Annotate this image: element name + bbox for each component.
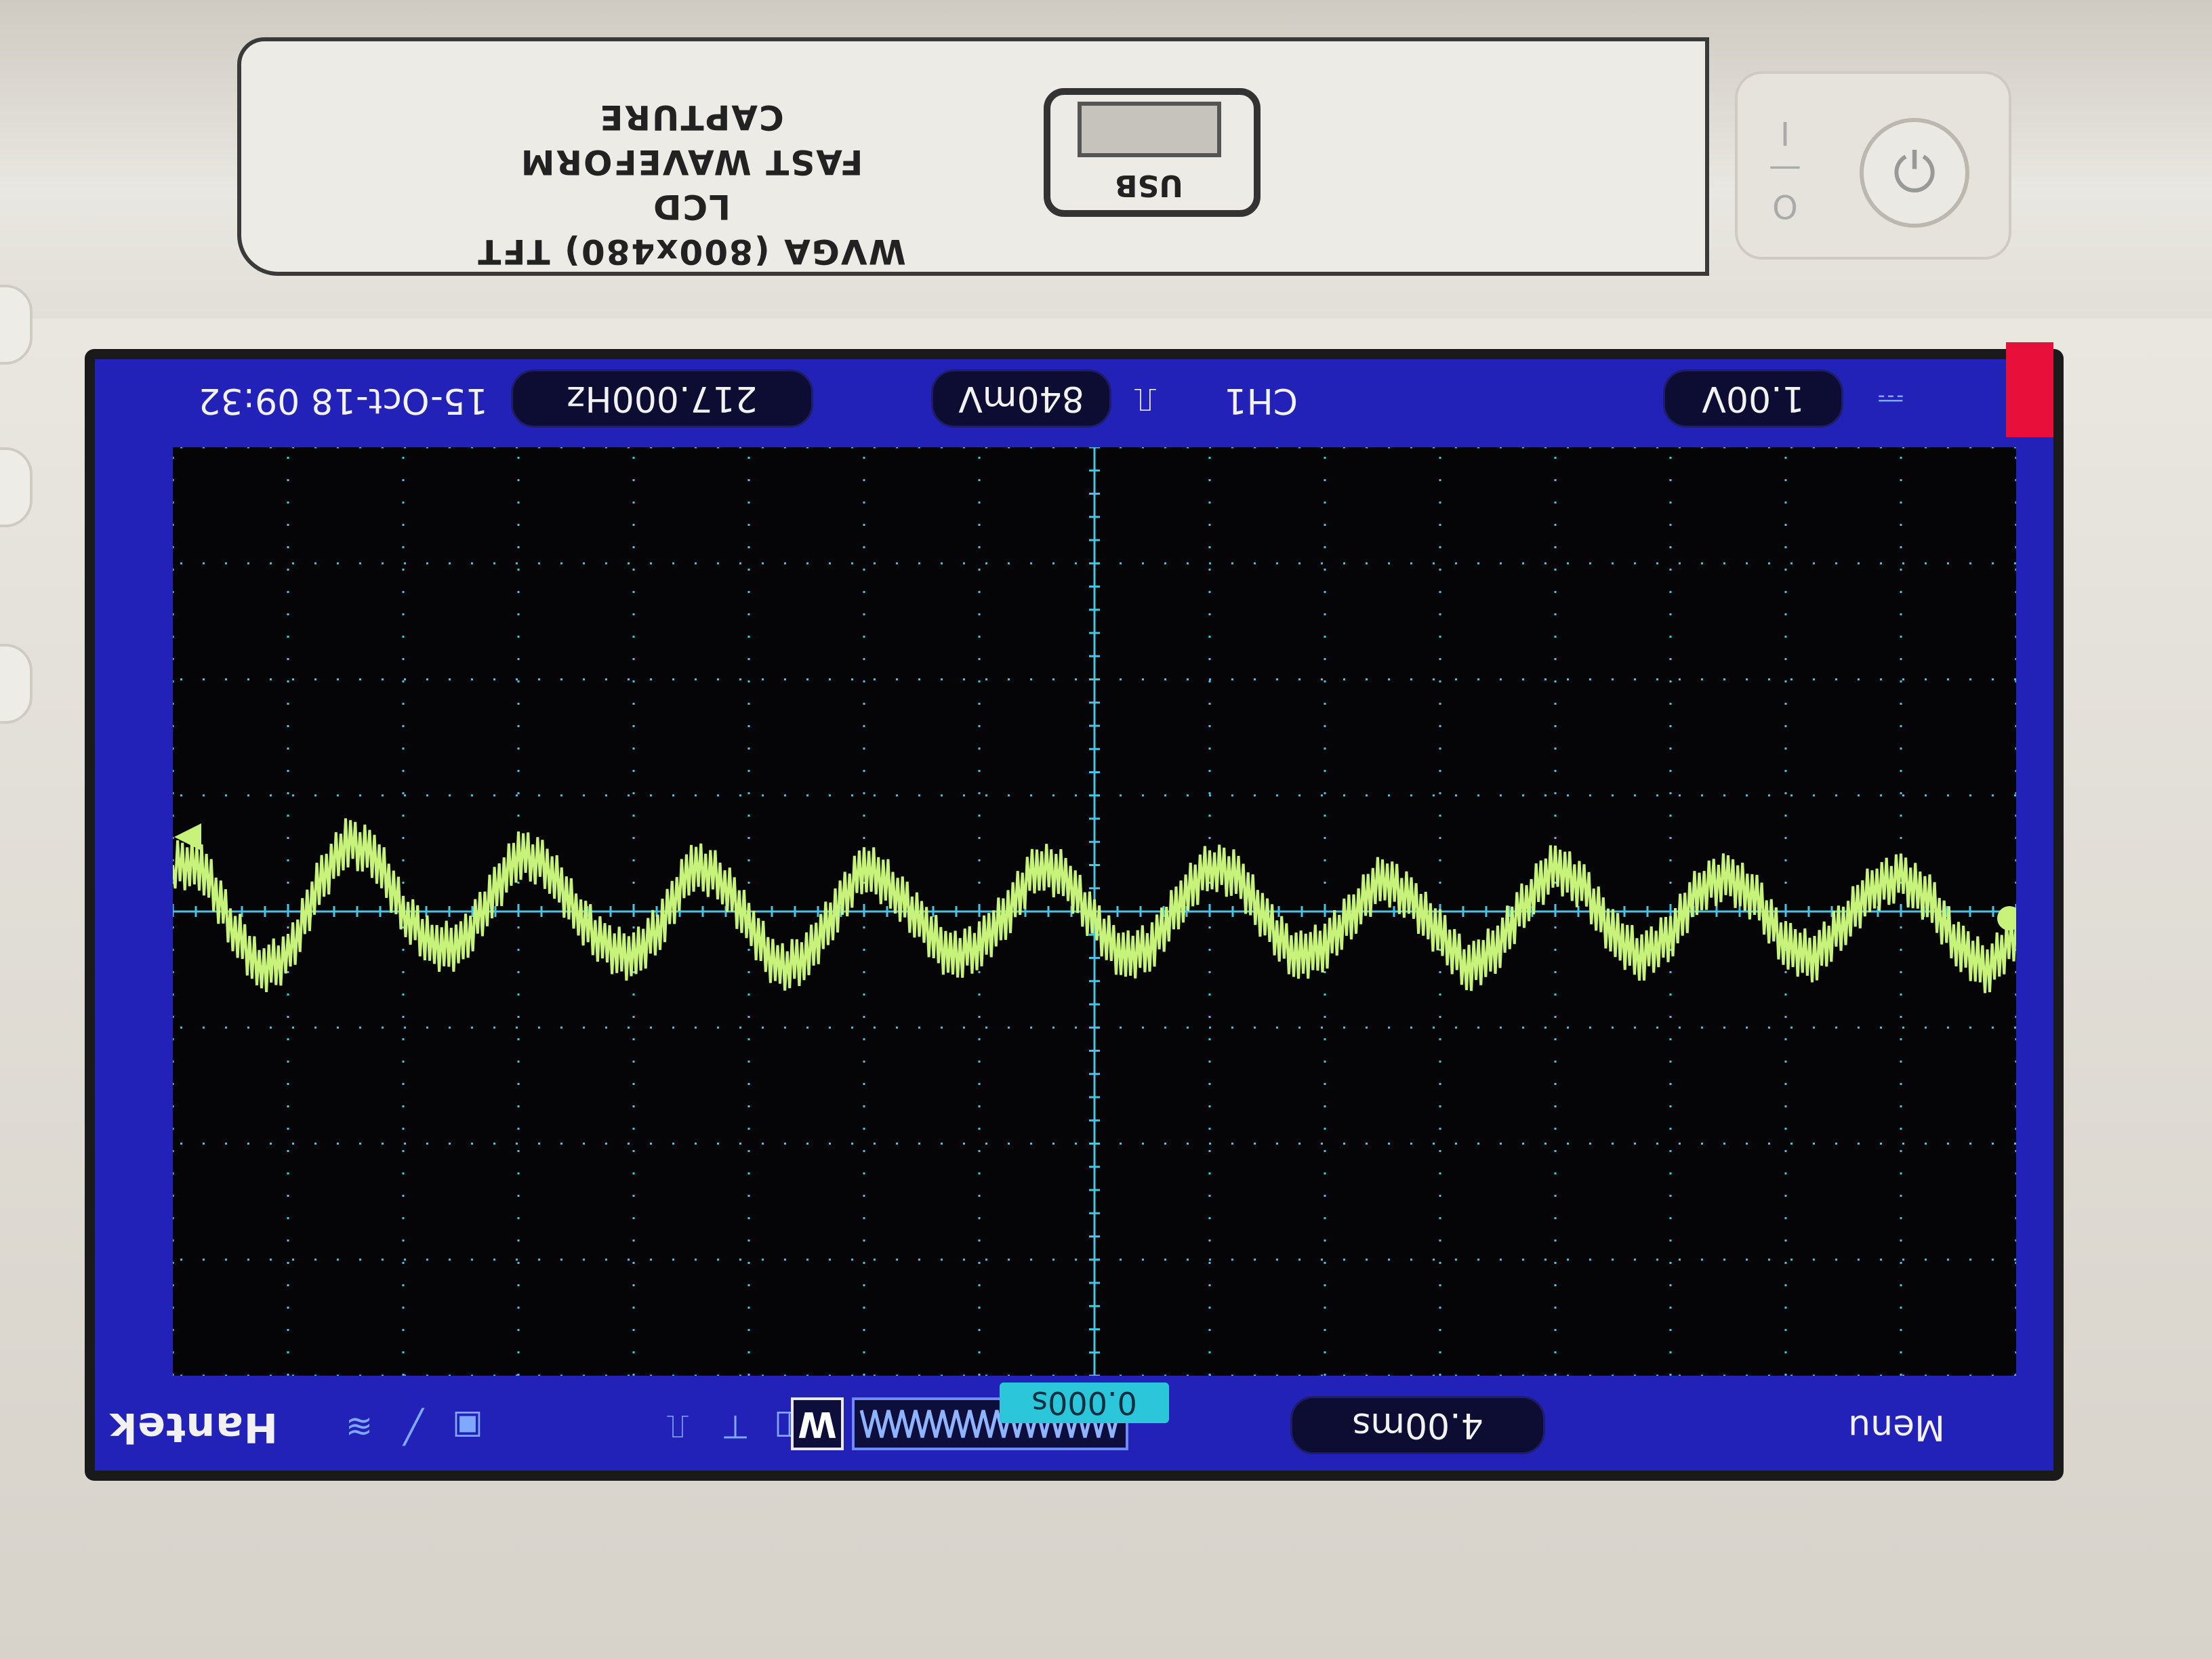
power-icon: ⏻ xyxy=(1893,141,1936,204)
spec-label-line-2: FAST WAVEFORM CAPTURE xyxy=(519,98,863,182)
top-panel: WVGA (800x480) TFT LCD FAST WAVEFORM CAP… xyxy=(0,0,2212,319)
channel-ground-marker[interactable] xyxy=(1997,906,2016,930)
side-button-2[interactable] xyxy=(0,447,33,527)
trigger-position-readout: 0.000s xyxy=(1000,1382,1169,1423)
waveform-plot xyxy=(173,447,2016,1376)
cursor-icon[interactable]: ╱ xyxy=(390,1404,437,1449)
menu-label[interactable]: Menu xyxy=(1809,1400,1945,1454)
side-button-1[interactable] xyxy=(0,285,33,365)
timebase-field[interactable]: 4.00ms xyxy=(1290,1396,1545,1454)
lcd-screen: Hantek ≋ ╱ ▣ ⎍ ⊤ ◫ W 4.00ms Menu 0.000s … xyxy=(95,342,2053,1471)
usb-label: USB xyxy=(1115,168,1183,203)
trigger-edge-icon[interactable]: ⎍ xyxy=(654,1404,701,1449)
trigger-channel-label: CH1 xyxy=(1224,380,1298,421)
timestamp: 15-Oct-18 09:32 xyxy=(198,380,488,421)
display-icon[interactable]: ▣ xyxy=(444,1404,491,1449)
channel-scale-field[interactable]: 1.00V xyxy=(1663,369,1843,428)
side-button-3[interactable] xyxy=(0,644,33,724)
channel-marker xyxy=(2006,342,2053,437)
spec-label: WVGA (800x480) TFT LCD FAST WAVEFORM CAP… xyxy=(434,95,949,274)
frequency-field: 217.000Hz xyxy=(511,369,813,428)
waveform-mode-button[interactable]: W xyxy=(791,1397,844,1450)
usb-port[interactable]: USB xyxy=(1044,88,1261,217)
power-button[interactable]: ⏻ xyxy=(1860,118,1969,228)
waveform-svg xyxy=(173,447,2016,1376)
screen-content-rotated: Hantek ≋ ╱ ▣ ⎍ ⊤ ◫ W 4.00ms Menu 0.000s … xyxy=(95,342,2053,1471)
status-bar-bottom: Hantek ≋ ╱ ▣ ⎍ ⊤ ◫ W 4.00ms Menu 0.000s xyxy=(95,1382,2053,1464)
waveform-math-icon[interactable]: ≋ xyxy=(332,1404,386,1449)
rising-edge-icon: ⎍ xyxy=(1134,381,1157,419)
power-area: O—I ⏻ xyxy=(1735,71,2011,260)
status-bar-top: ⎓ 1.00V CH1 ⎍ 840mV 217.000Hz 15-Oct-18 … xyxy=(95,363,2053,437)
power-label: O—I xyxy=(1769,114,1801,225)
spec-label-line-1: WVGA (800x480) TFT LCD xyxy=(476,187,906,271)
dc-coupling-icon: ⎓ xyxy=(1877,381,1904,419)
brand-logo: Hantek xyxy=(109,1404,278,1451)
trigger-type-icon[interactable]: ⊤ xyxy=(715,1404,756,1449)
trigger-level-field[interactable]: 840mV xyxy=(931,369,1111,428)
usb-slot xyxy=(1078,102,1221,157)
